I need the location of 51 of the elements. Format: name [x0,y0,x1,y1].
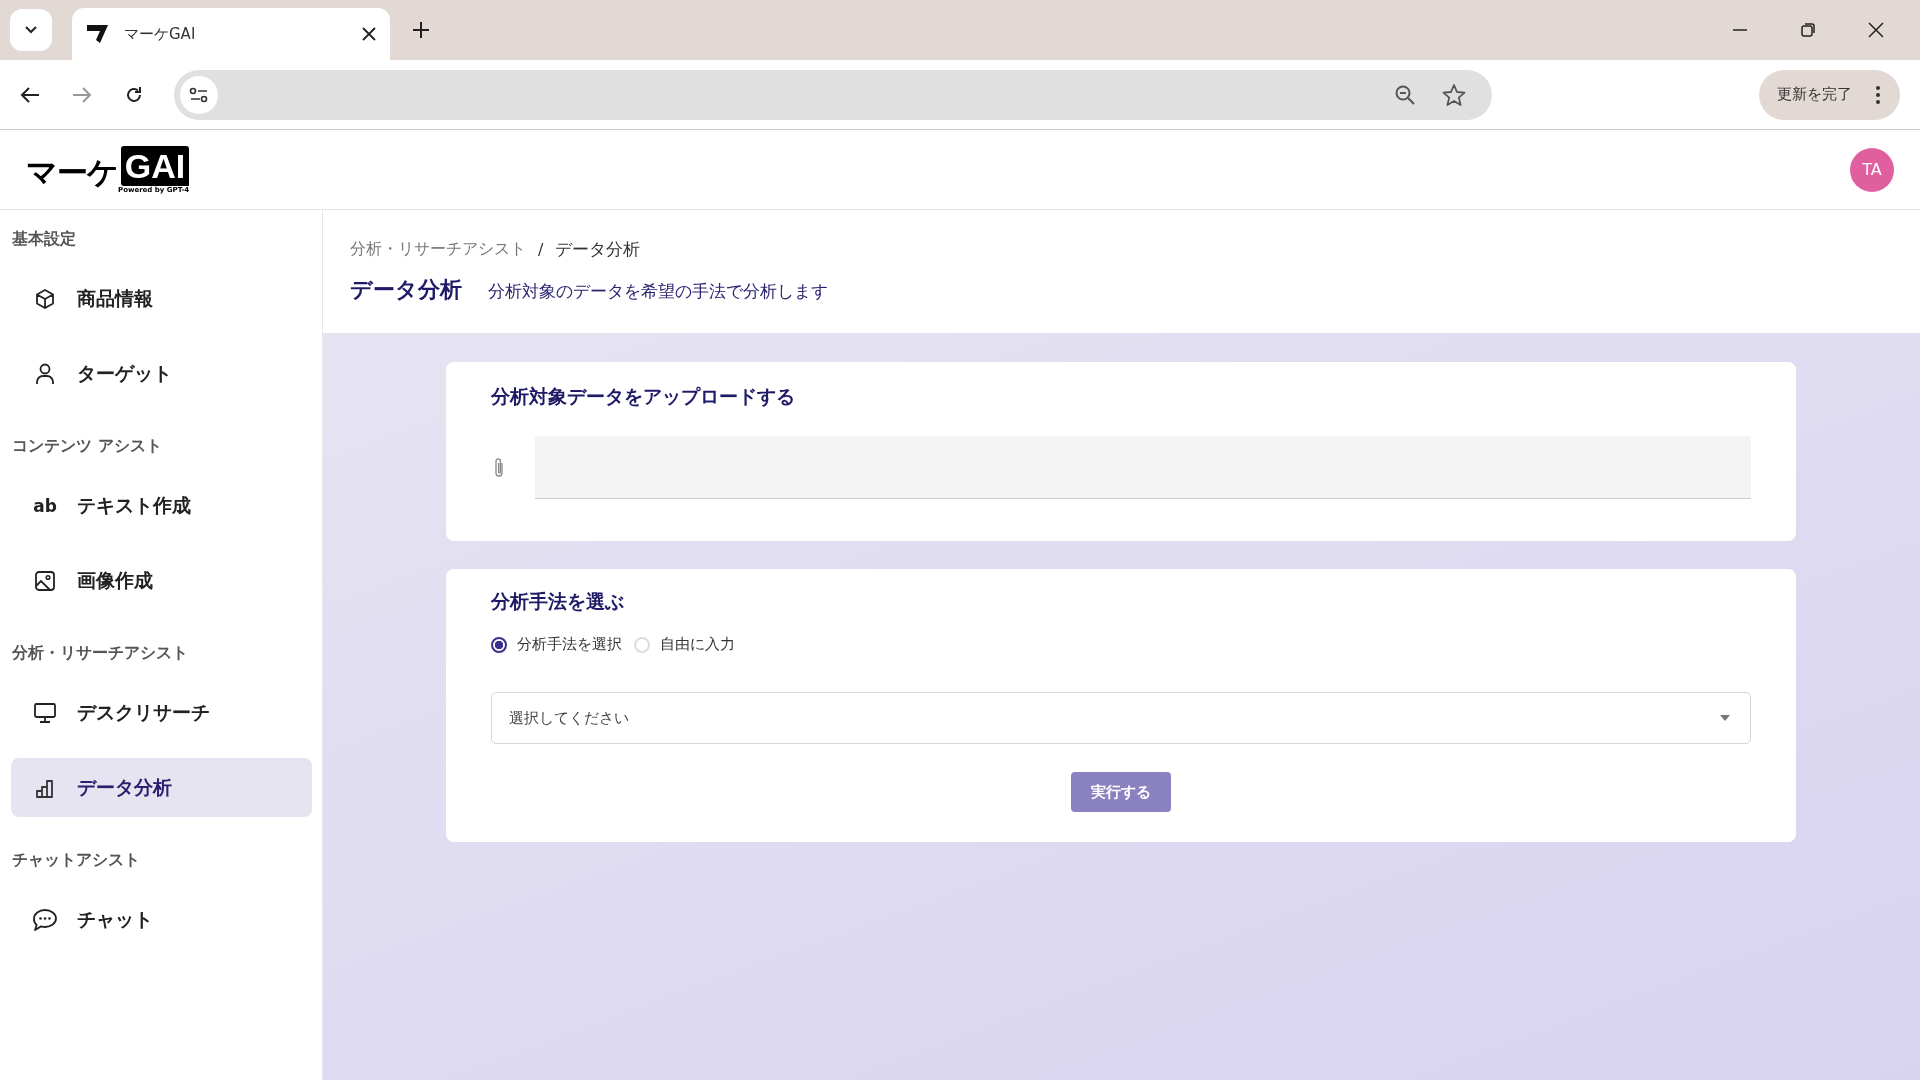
logo-text: マーケ [26,152,118,190]
site-settings-button[interactable] [180,75,218,114]
new-tab-icon[interactable] [412,21,430,39]
back-arrow-icon[interactable] [20,85,40,104]
page-subtitle: 分析対象のデータを希望の手法で分析します [488,280,828,303]
restore-icon[interactable] [1800,22,1816,38]
speech-bubble-icon [32,907,58,932]
text-format-icon: ab [33,495,57,516]
reload-icon[interactable] [124,84,144,105]
star-icon[interactable] [1442,82,1466,107]
close-icon[interactable] [1868,22,1884,38]
sidebar-group-label: チャットアシスト [11,849,141,871]
method-select[interactable]: 選択してください [491,692,1751,744]
update-button[interactable]: 更新を完了 [1759,69,1900,120]
sidebar-item[interactable]: データ分析 [11,758,312,817]
sliders-icon [189,86,209,103]
zoom-out-icon[interactable] [1394,83,1416,106]
page-title: データ分析 [350,276,462,304]
sidebar-item[interactable]: ターゲット [11,344,312,403]
sidebar-item[interactable]: 画像作成 [11,551,312,610]
tab-title: マーケGAI [124,24,197,44]
chevron-down-icon [24,25,38,35]
card-title: 分析対象データをアップロードする [491,384,796,409]
monitor-icon [33,701,57,724]
sidebar-group-label: 基本設定 [11,228,77,250]
sidebar-group-label: 分析・リサーチアシスト [11,642,189,664]
browser-tab[interactable]: マーケGAI [72,8,390,60]
forward-arrow-icon[interactable] [72,85,92,104]
sidebar-item[interactable]: 商品情報 [11,269,312,328]
cube-icon [34,287,56,310]
file-input-field[interactable] [535,436,1751,499]
breadcrumb-separator: / [538,240,544,259]
sidebar-item[interactable]: チャット [11,890,312,949]
radio-option[interactable]: 分析手法を選択 [491,635,622,654]
sidebar-item[interactable]: ab テキスト作成 [11,476,312,535]
image-icon [34,569,56,592]
radio-button[interactable] [491,636,507,653]
radio-option[interactable]: 自由に入力 [634,635,735,654]
sidebar-group-label: コンテンツ アシスト [11,435,163,457]
radio-label: 自由に入力 [660,635,735,654]
breadcrumb-item[interactable]: 分析・リサーチアシスト [350,239,526,260]
logo-icon [86,23,110,45]
paperclip-icon[interactable] [493,456,505,479]
card-title: 分析手法を選ぶ [491,589,625,614]
breadcrumb-item: データ分析 [555,238,641,261]
close-icon[interactable] [362,27,376,41]
logo-badge: GAI [120,145,190,186]
person-icon [35,362,55,385]
radio-label: 分析手法を選択 [517,635,622,654]
sidebar-item[interactable]: デスクリサーチ [11,683,312,742]
dropdown-caret-icon [1720,715,1730,721]
